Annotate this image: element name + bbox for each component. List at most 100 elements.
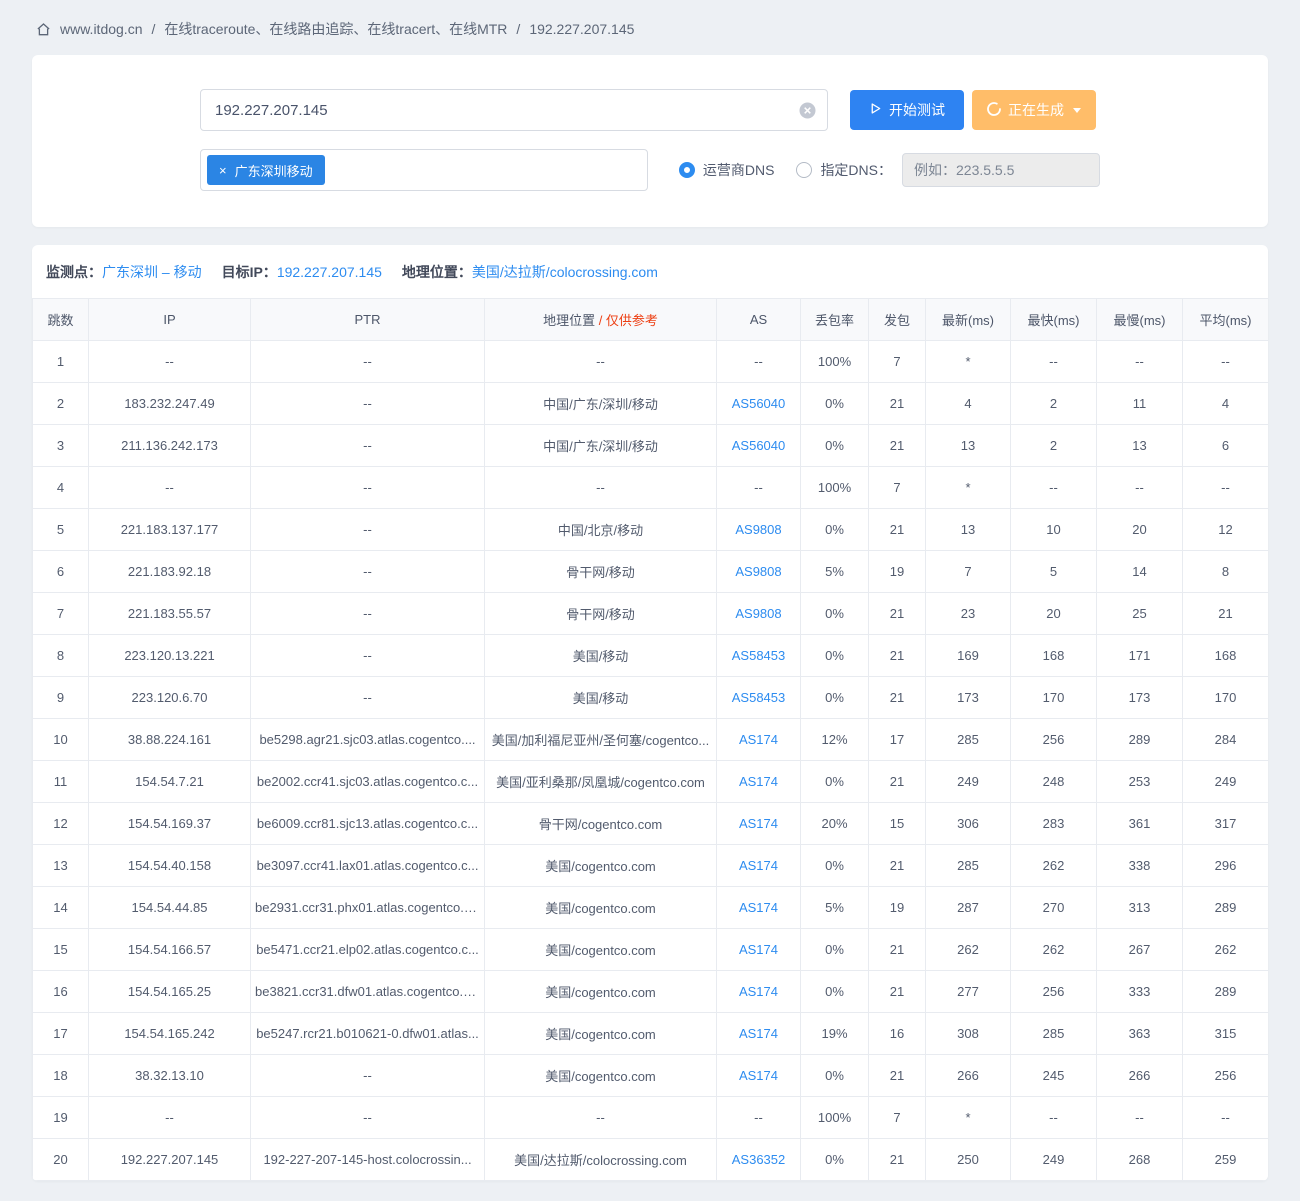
cell-sent: 21 [868,844,926,887]
cell-ptr: 192-227-207-145-host.colocrossin... [250,1138,485,1181]
as-link[interactable]: AS9808 [735,522,781,537]
home-icon[interactable] [36,22,51,37]
col-header-avg: 平均(ms) [1182,298,1268,341]
cell-latest: 285 [925,718,1011,761]
cell-loss: 20% [800,802,869,845]
generating-button[interactable]: 正在生成 [972,90,1096,130]
cell-hop: 6 [32,550,89,593]
cell-fastest: 249 [1010,1138,1097,1181]
cell-latest: * [925,340,1011,383]
radio-custom-dns[interactable]: 指定DNS： [796,160,892,180]
as-link[interactable]: AS174 [739,984,778,999]
cell-hop: 14 [32,886,89,929]
cell-geo: 美国/cogentco.com [484,1054,717,1097]
cell-fastest: 5 [1010,550,1097,593]
as-link[interactable]: AS174 [739,900,778,915]
cell-hop: 15 [32,928,89,971]
as-link[interactable]: AS58453 [732,648,786,663]
trace-row: 13 154.54.40.158 be3097.ccr41.lax01.atlas.… [32,844,1268,887]
cell-geo: 美国/cogentco.com [484,970,717,1013]
trace-row: 6 221.183.92.18 -- 骨干网/移动 AS9808 5% 19 7 5 14 8 [32,550,1268,593]
cell-geo: 美国/移动 [484,676,717,719]
cell-as: AS174 [716,1012,801,1055]
cell-avg: 262 [1182,928,1268,971]
cell-as: AS9808 [716,592,801,635]
as-link[interactable]: AS174 [739,774,778,789]
cell-loss: 0% [800,1138,869,1181]
cell-avg: -- [1182,1096,1268,1139]
target-input-wrap [200,89,828,131]
cell-ip: 38.88.224.161 [88,718,251,761]
cell-latest: 262 [925,928,1011,971]
cell-sent: 21 [868,634,926,677]
as-link[interactable]: AS174 [739,1026,778,1041]
cell-ip: -- [88,466,251,509]
cell-ip: 221.183.92.18 [88,550,251,593]
cell-ip: 154.54.165.242 [88,1012,251,1055]
monitor-node-link[interactable]: 广东深圳 – 移动 [102,262,202,282]
as-link[interactable]: AS174 [739,858,778,873]
cell-avg: 4 [1182,382,1268,425]
radio-custom-dns-label: 指定DNS： [820,162,892,178]
as-link[interactable]: AS58453 [732,690,786,705]
as-link[interactable]: AS174 [739,942,778,957]
as-link[interactable]: AS56040 [732,438,786,453]
trace-row: 20 192.227.207.145 192-227-207-145-host.co… [32,1138,1268,1181]
cell-sent: 21 [868,382,926,425]
trace-row: 18 38.32.13.10 -- 美国/cogentco.com AS174 0% 21 2… [32,1054,1268,1097]
breadcrumb-path-link[interactable]: 在线traceroute、在线路由追踪、在线tracert、在线MTR [164,19,507,39]
as-link[interactable]: AS9808 [735,606,781,621]
cell-ptr: -- [250,1054,485,1097]
cell-slowest: 289 [1096,718,1183,761]
breadcrumb-site-link[interactable]: www.itdog.cn [60,21,142,37]
cell-latest: 266 [925,1054,1011,1097]
col-header-as: AS [716,298,801,341]
cell-slowest: 25 [1096,592,1183,635]
cell-slowest: -- [1096,1096,1183,1139]
target-ip-link[interactable]: 192.227.207.145 [277,264,382,280]
tag-close-icon[interactable]: × [219,164,227,177]
cell-fastest: 262 [1010,928,1097,971]
radio-isp-dns[interactable]: 运营商DNS [678,160,774,180]
dns-input[interactable] [902,153,1100,187]
cell-avg: 284 [1182,718,1268,761]
cell-ip: -- [88,1096,251,1139]
cell-hop: 8 [32,634,89,677]
cell-avg: -- [1182,340,1268,383]
cell-ptr: -- [250,508,485,551]
as-link[interactable]: AS174 [739,816,778,831]
cell-ip: 154.54.165.25 [88,970,251,1013]
radio-checked-icon [678,162,695,178]
as-link[interactable]: AS36352 [732,1152,786,1167]
as-link[interactable]: AS56040 [732,396,786,411]
cell-ptr: be5298.agr21.sjc03.atlas.cogentco.... [250,718,485,761]
start-test-button[interactable]: 开始测试 [850,90,964,130]
clear-input-icon[interactable] [799,102,816,119]
cell-loss: 0% [800,970,869,1013]
cell-slowest: 267 [1096,928,1183,971]
cell-avg: 317 [1182,802,1268,845]
trace-row: 1 -- -- -- -- 100% 7 * -- -- -- [32,340,1268,383]
as-link[interactable]: AS174 [739,732,778,747]
node-tag[interactable]: × 广东深圳移动 [207,155,325,185]
target-input[interactable] [200,89,828,131]
cell-loss: 0% [800,508,869,551]
as-link[interactable]: AS174 [739,1068,778,1083]
cell-hop: 20 [32,1138,89,1181]
cell-sent: 21 [868,1138,926,1181]
cell-avg: 12 [1182,508,1268,551]
col-header-hop: 跳数 [32,298,89,341]
node-select-box[interactable]: × 广东深圳移动 [200,149,648,191]
cell-geo: 美国/cogentco.com [484,1012,717,1055]
cell-geo: 美国/cogentco.com [484,928,717,971]
geo-link[interactable]: 美国/达拉斯/colocrossing.com [472,262,658,282]
cell-loss: 12% [800,718,869,761]
cell-latest: 250 [925,1138,1011,1181]
trace-row: 14 154.54.44.85 be2931.ccr31.phx01.atlas.c… [32,886,1268,929]
cell-ptr: -- [250,382,485,425]
cell-loss: 0% [800,928,869,971]
cell-loss: 100% [800,340,869,383]
as-link[interactable]: AS9808 [735,564,781,579]
col-header-loss: 丢包率 [800,298,869,341]
cell-ip: 223.120.6.70 [88,676,251,719]
